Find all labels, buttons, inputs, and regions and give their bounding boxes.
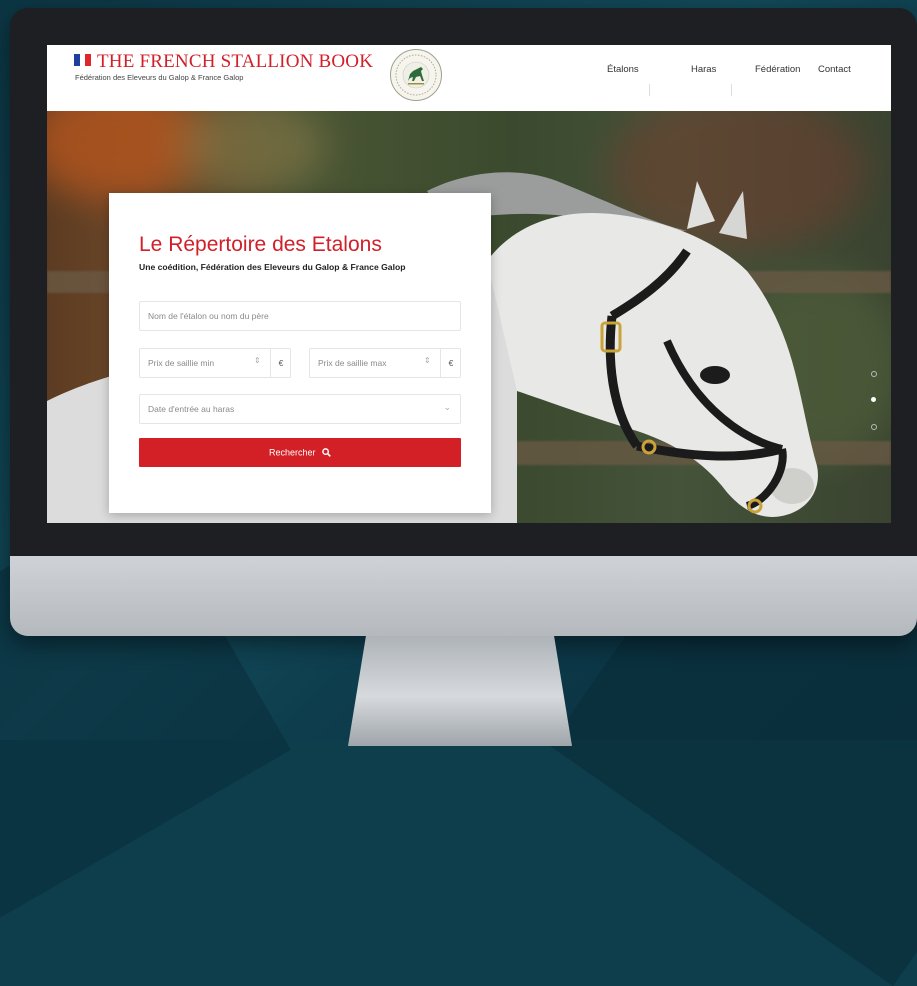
currency-label: € xyxy=(440,349,461,377)
search-button-label: Rechercher xyxy=(268,447,316,458)
stallion-name-placeholder: Nom de l'étalon ou nom du père xyxy=(148,311,269,321)
site-header: THE FRENCH STALLION BOOK Fédération des … xyxy=(47,45,891,111)
price-min-input[interactable]: Prix de saillie min ⇕ € xyxy=(139,348,291,378)
arrival-date-select[interactable]: Date d'entrée au haras ⌄ xyxy=(139,394,461,424)
search-title: Le Répertoire des Etalons xyxy=(139,233,382,256)
screen: THE FRENCH STALLION BOOK Fédération des … xyxy=(47,45,891,523)
search-button[interactable]: Rechercher xyxy=(139,438,461,467)
nav-link-federation[interactable]: Fédération xyxy=(755,64,800,75)
price-max-placeholder: Prix de saillie max xyxy=(318,358,387,368)
spinner-icon[interactable]: ⇕ xyxy=(254,356,261,365)
search-subtitle: Une coédition, Fédération des Eleveurs d… xyxy=(139,262,406,272)
brand-link[interactable]: THE FRENCH STALLION BOOK Fédération des … xyxy=(74,51,373,82)
nav-link-etalons[interactable]: Étalons xyxy=(607,64,639,75)
price-max-input[interactable]: Prix de saillie max ⇕ € xyxy=(309,348,461,378)
horse-seal-logo[interactable] xyxy=(390,49,442,101)
stallion-name-input[interactable]: Nom de l'étalon ou nom du père xyxy=(139,301,461,331)
nav-link-contact[interactable]: Contact xyxy=(818,64,851,75)
search-icon xyxy=(322,448,331,458)
price-min-placeholder: Prix de saillie min xyxy=(148,358,215,368)
nav-link-haras[interactable]: Haras xyxy=(691,64,716,75)
monitor-chin xyxy=(10,556,917,636)
currency-label: € xyxy=(270,349,291,377)
spinner-icon[interactable]: ⇕ xyxy=(424,356,431,365)
slider-dot-active[interactable] xyxy=(871,397,876,402)
nav-divider xyxy=(649,84,650,96)
nav-divider xyxy=(731,84,732,96)
search-panel: Le Répertoire des Etalons Une coédition,… xyxy=(109,193,491,513)
monitor-stand xyxy=(348,636,572,746)
slider-dot[interactable] xyxy=(871,424,877,430)
brand-subtitle: Fédération des Eleveurs du Galop & Franc… xyxy=(75,73,244,82)
brand-title: THE FRENCH STALLION BOOK xyxy=(97,51,374,72)
chevron-down-icon: ⌄ xyxy=(443,402,451,412)
french-flag-icon xyxy=(74,54,91,66)
arrival-date-placeholder: Date d'entrée au haras xyxy=(148,404,235,414)
slider-dot[interactable] xyxy=(871,371,877,377)
